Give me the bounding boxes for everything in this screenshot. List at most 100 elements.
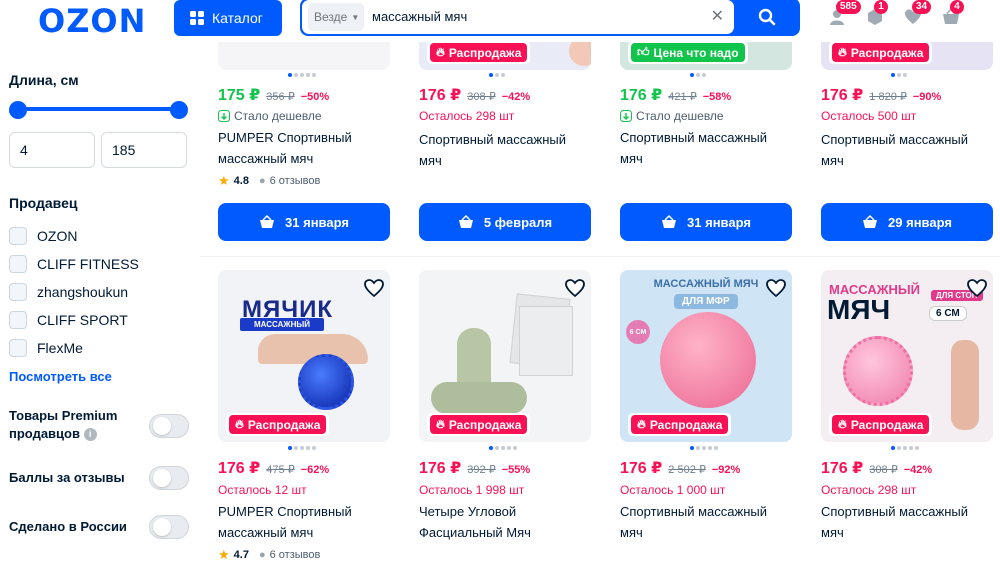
ozon-logo[interactable]: OZON xyxy=(38,2,146,40)
price: 176 ₽ xyxy=(821,87,864,104)
comment-icon: ● xyxy=(258,175,266,187)
checkbox[interactable] xyxy=(9,311,27,329)
seller-option[interactable]: OZON xyxy=(9,227,77,245)
basket-icon xyxy=(458,215,473,228)
sale-tag: 🔥︎ Распродажа xyxy=(226,413,330,436)
rating: ★ 4.8 ● 6 отзывов xyxy=(218,173,321,188)
product-title[interactable]: Спортивный массажный мяч xyxy=(821,129,995,171)
search-input[interactable]: Везде ▼ массажный мяч ✕ xyxy=(302,0,734,34)
price: 176 ₽ xyxy=(620,87,663,104)
old-price: 421 ₽ xyxy=(668,91,697,103)
checkbox[interactable] xyxy=(9,227,27,245)
checkbox[interactable] xyxy=(9,339,27,357)
favorite-button[interactable] xyxy=(965,276,989,300)
fire-icon: 🔥︎ xyxy=(838,417,847,431)
product-title[interactable]: Четыре Угловой Фасциальный Мяч xyxy=(419,501,593,543)
image-dots xyxy=(489,446,517,450)
header: OZON Каталог Везде ▼ массажный мяч ✕ 585… xyxy=(0,0,1000,42)
size-badge: 6 СМ xyxy=(929,306,967,321)
image-dots xyxy=(690,73,706,77)
add-to-cart-button[interactable]: 5 февраля xyxy=(419,203,591,241)
close-icon[interactable]: ✕ xyxy=(711,6,724,26)
fire-icon: 🔥︎ xyxy=(637,417,646,431)
product-title[interactable]: Спортивный массажный мяч xyxy=(821,501,995,543)
catalog-button[interactable]: Каталог xyxy=(174,0,282,36)
seller-filter-title: Продавец xyxy=(9,195,78,211)
search-scope-label: Везде xyxy=(314,10,348,24)
filters-sidebar: Длина, см 4 185 Продавец OZON CLIFF FITN… xyxy=(0,42,200,561)
price: 176 ₽ xyxy=(419,87,462,104)
cart-button[interactable]: 4 xyxy=(942,0,964,26)
reviews-toggle-label: Баллы за отзывы xyxy=(9,470,125,485)
length-slider-min-handle[interactable] xyxy=(9,101,27,119)
old-price: 475 ₽ xyxy=(266,464,295,476)
add-to-cart-button[interactable]: 29 января xyxy=(821,203,993,241)
product-title[interactable]: PUMPER Спортивный массажный мяч xyxy=(218,127,392,169)
basket-icon xyxy=(863,215,878,228)
image-dots xyxy=(891,73,907,77)
search-scope-select[interactable]: Везде ▼ xyxy=(308,3,364,31)
discount: −55% xyxy=(501,464,531,476)
search-button[interactable] xyxy=(738,0,796,34)
see-all-sellers-link[interactable]: Посмотреть все xyxy=(9,369,112,384)
product-title[interactable]: Спортивный массажный мяч xyxy=(620,127,794,169)
grid-icon xyxy=(190,11,204,25)
old-price: 308 ₽ xyxy=(467,91,496,103)
seller-label: FlexMe xyxy=(37,340,83,356)
basket-icon xyxy=(662,215,677,228)
image-dots xyxy=(288,446,316,450)
stock-note: Осталось 1 000 шт xyxy=(620,483,726,497)
price: 176 ₽ xyxy=(218,460,261,477)
checkbox[interactable] xyxy=(9,283,27,301)
catalog-label: Каталог xyxy=(212,10,263,26)
premium-toggle[interactable] xyxy=(149,414,189,438)
image-dots xyxy=(489,73,505,77)
reviews-toggle[interactable] xyxy=(149,466,189,490)
heart-outline-icon xyxy=(766,279,786,298)
favorites-badge: 34 xyxy=(912,0,932,14)
image-dots xyxy=(690,446,718,450)
seller-option[interactable]: CLIFF FITNESS xyxy=(9,255,139,273)
size-badge: 6 СМ xyxy=(626,320,650,344)
stock-note: Осталось 298 шт xyxy=(419,109,515,123)
discount: −42% xyxy=(501,91,531,103)
seller-option[interactable]: CLIFF SPORT xyxy=(9,311,128,329)
price-drop-note: Стало дешевле xyxy=(620,109,724,123)
fire-icon: 🔥︎ xyxy=(235,417,244,431)
price: 175 ₽ xyxy=(218,87,261,104)
fire-icon: 🔥︎ xyxy=(436,45,445,59)
info-icon[interactable]: i xyxy=(83,428,97,442)
russia-toggle[interactable] xyxy=(149,515,189,539)
add-to-cart-button[interactable]: 31 января xyxy=(620,203,792,241)
length-slider-max-handle[interactable] xyxy=(170,101,188,119)
comment-icon: ● xyxy=(258,549,266,561)
seller-label: OZON xyxy=(37,228,78,244)
favorite-button[interactable] xyxy=(563,276,587,300)
discount: −58% xyxy=(702,91,732,103)
product-title[interactable]: Спортивный массажный мяч xyxy=(620,501,794,543)
seller-option[interactable]: zhangshoukun xyxy=(9,283,128,301)
sale-tag: 🔥︎ Распродажа xyxy=(427,41,531,64)
discount: −42% xyxy=(903,464,933,476)
orders-button[interactable]: 1 xyxy=(866,0,888,26)
checkbox[interactable] xyxy=(9,255,27,273)
discount: −92% xyxy=(711,464,741,476)
seller-option[interactable]: FlexMe xyxy=(9,339,83,357)
stock-note: Осталось 298 шт xyxy=(821,483,917,497)
favorites-button[interactable]: 34 xyxy=(904,0,932,26)
heart-outline-icon xyxy=(565,279,585,298)
add-to-cart-button[interactable]: 31 января xyxy=(218,203,390,241)
profile-button[interactable]: 585 xyxy=(828,0,861,26)
product-title[interactable]: PUMPER Спортивный массажный мяч xyxy=(218,501,392,543)
length-slider-track[interactable] xyxy=(17,107,179,111)
length-max-input[interactable]: 185 xyxy=(101,132,187,168)
favorite-button[interactable] xyxy=(764,276,788,300)
fire-icon: 🔥︎ xyxy=(436,417,445,431)
star-icon: ★ xyxy=(218,173,230,188)
search-query: массажный мяч xyxy=(372,9,468,24)
length-min-input[interactable]: 4 xyxy=(9,132,95,168)
product-title[interactable]: Спортивный массажный мяч xyxy=(419,129,593,171)
seller-label: zhangshoukun xyxy=(37,284,129,300)
discount: −90% xyxy=(912,91,942,103)
favorite-button[interactable] xyxy=(362,276,386,300)
